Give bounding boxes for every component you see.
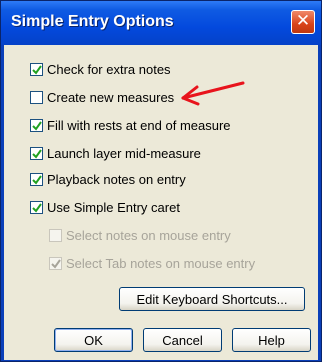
title-bar[interactable]: Simple Entry Options ✕ <box>1 1 321 45</box>
help-button[interactable]: Help <box>232 328 311 352</box>
launch-layer-mid-measure-option[interactable]: Launch layer mid-measure <box>30 144 201 162</box>
dialog-title: Simple Entry Options <box>11 13 174 30</box>
checkmark-icon <box>32 202 42 213</box>
dialog-body: Check for extra notes Create new measure… <box>4 45 318 360</box>
check-for-extra-notes-option[interactable]: Check for extra notes <box>30 60 171 78</box>
use-simple-entry-caret-option[interactable]: Use Simple Entry caret <box>30 198 180 216</box>
checkbox-checked[interactable] <box>30 172 43 186</box>
ok-button[interactable]: OK <box>54 328 133 352</box>
red-arrow-annotation-icon <box>181 81 245 106</box>
checkbox-unchecked[interactable] <box>30 90 43 104</box>
option-label: Select Tab notes on mouse entry <box>66 255 256 271</box>
dialog-window: Simple Entry Options ✕ Check for extra n… <box>0 0 322 362</box>
close-icon: ✕ <box>295 11 311 30</box>
select-notes-on-mouse-entry-option: Select notes on mouse entry <box>49 226 231 244</box>
checkbox-checked[interactable] <box>30 200 43 214</box>
playback-notes-on-entry-option[interactable]: Playback notes on entry <box>30 170 186 188</box>
option-label: Use Simple Entry caret <box>47 199 180 215</box>
option-label: Create new measures <box>47 89 175 105</box>
cancel-button[interactable]: Cancel <box>143 328 222 352</box>
close-button[interactable]: ✕ <box>291 10 315 34</box>
checkbox-disabled-checked <box>49 256 62 270</box>
checkmark-icon <box>51 258 61 269</box>
checkbox-disabled-unchecked <box>49 228 62 242</box>
checkmark-icon <box>32 148 42 159</box>
option-label: Select notes on mouse entry <box>66 227 231 243</box>
checkbox-checked[interactable] <box>30 62 43 76</box>
checkbox-checked[interactable] <box>30 118 43 132</box>
checkmark-icon <box>32 64 42 75</box>
option-label: Fill with rests at end of measure <box>47 117 231 133</box>
option-label: Playback notes on entry <box>47 171 186 187</box>
checkmark-icon <box>32 120 42 131</box>
create-new-measures-option[interactable]: Create new measures <box>30 88 174 106</box>
option-label: Check for extra notes <box>47 61 171 77</box>
fill-with-rests-option[interactable]: Fill with rests at end of measure <box>30 116 231 134</box>
option-label: Launch layer mid-measure <box>47 145 201 161</box>
checkmark-icon <box>32 174 42 185</box>
edit-keyboard-shortcuts-button[interactable]: Edit Keyboard Shortcuts... <box>119 287 305 311</box>
select-tab-notes-on-mouse-entry-option: Select Tab notes on mouse entry <box>49 254 255 272</box>
checkbox-checked[interactable] <box>30 146 43 160</box>
